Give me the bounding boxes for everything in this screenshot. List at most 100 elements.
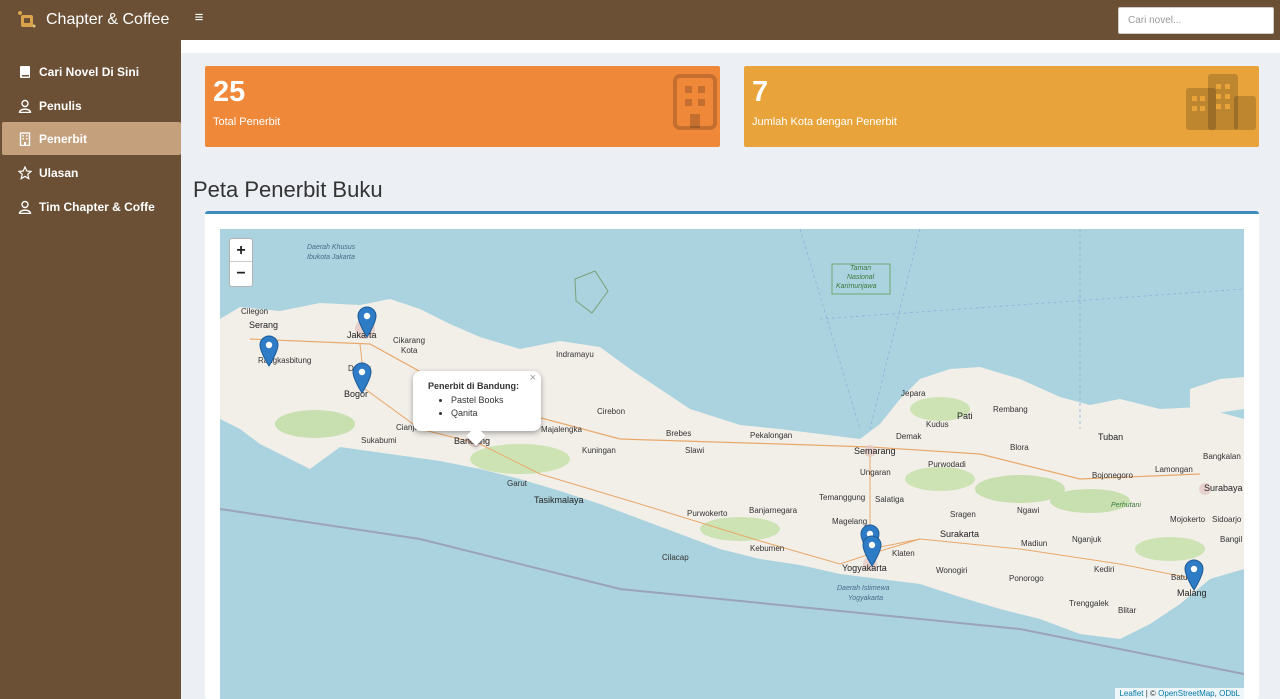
page-title: Peta Penerbit Buku	[193, 177, 383, 202]
city-label: Cilacap	[662, 553, 689, 562]
sidebar-item-ulasan[interactable]: Ulasan	[0, 156, 181, 189]
city-label: Garut	[507, 479, 528, 488]
popup-close-button[interactable]: ×	[530, 372, 536, 384]
app-logo[interactable]: Chapter & Coffee	[0, 0, 181, 40]
user-icon	[18, 200, 32, 214]
city-label: Sukabumi	[361, 436, 397, 445]
sidebar-item-label: Penerbit	[39, 131, 88, 146]
city-label: Kebumen	[750, 544, 785, 553]
forest-area	[1135, 537, 1205, 561]
book-icon	[20, 65, 30, 78]
region-label: Daerah Khusus	[307, 244, 356, 251]
city-label: Klaten	[892, 549, 915, 558]
city-label: Cikarang	[393, 336, 426, 345]
app-title: Chapter & Coffee	[46, 11, 170, 28]
park-label: Karimunjawa	[836, 283, 877, 290]
stat-label: Total Penerbit	[213, 116, 281, 128]
search-input[interactable]	[1118, 7, 1274, 34]
list-item: Qanita	[451, 407, 504, 420]
city-label: Majalengka	[541, 425, 582, 434]
top-navbar: Chapter & Coffee ≡	[0, 0, 1280, 40]
popup-title: Penerbit di Bandung:	[428, 381, 519, 391]
forest-area	[275, 410, 355, 438]
map-marker-icon[interactable]	[357, 306, 377, 338]
city-label: Serang	[249, 320, 279, 330]
sidebar-item-label: Penulis	[39, 98, 82, 113]
map-marker-icon[interactable]	[352, 362, 372, 394]
book-coffee-logo-icon	[18, 11, 36, 28]
city-label: Lamongan	[1155, 465, 1193, 474]
zoom-in-button[interactable]: +	[230, 239, 252, 262]
city-label: Ungaran	[860, 468, 891, 477]
region-label: Yogyakarta	[848, 595, 884, 602]
sidebar-item-cari-novel[interactable]: Cari Novel Di Sini	[0, 55, 181, 88]
city-label: Trenggalek	[1069, 599, 1109, 608]
city-label: Jepara	[901, 389, 926, 398]
attribution-separator: | ©	[1143, 689, 1159, 698]
city-label: Demak	[896, 432, 922, 441]
leaflet-link[interactable]: Leaflet	[1119, 689, 1143, 698]
stat-box-jumlah-kota: 7 Jumlah Kota dengan Penerbit	[744, 66, 1259, 147]
city-label: Sidoarjo	[1212, 515, 1242, 524]
content-header-strip	[181, 40, 1280, 53]
odbl-link[interactable]: ODbL	[1219, 689, 1240, 698]
city-label: Cirebon	[597, 407, 626, 416]
region-label: Ibukota Jakarta	[307, 254, 355, 261]
city-label: Surabaya	[1204, 483, 1243, 493]
city-label: Surakarta	[940, 529, 980, 539]
city-label: Rembang	[993, 405, 1028, 414]
city-label: Brebes	[666, 429, 692, 438]
sidebar-item-penulis[interactable]: Penulis	[0, 89, 181, 122]
city-label: Pati	[957, 411, 973, 421]
city-label: Wonogiri	[936, 566, 968, 575]
building-icon	[673, 74, 717, 130]
island-outline	[574, 270, 609, 314]
city-label: Salatiga	[875, 495, 904, 504]
city-label: Sragen	[950, 510, 976, 519]
map-attribution: Leaflet | © OpenStreetMap, ODbL	[1115, 688, 1244, 699]
sidebar-item-label: Tim Chapter & Coffe	[39, 199, 155, 214]
city-label: Semarang	[854, 446, 896, 456]
city-label: Tasikmalaya	[534, 495, 584, 505]
stat-label: Jumlah Kota dengan Penerbit	[752, 116, 897, 128]
city-label: Mojokerto	[1170, 515, 1206, 524]
city-label: Banjarnegara	[749, 506, 798, 515]
city-label: Purwokerto	[687, 509, 728, 518]
city-label: Kuningan	[582, 446, 616, 455]
map-marker-icon[interactable]	[862, 535, 882, 567]
sidebar-toggle-button[interactable]: ≡	[190, 9, 208, 27]
city-label: Blitar	[1118, 606, 1137, 615]
city-label: Bangil	[1220, 535, 1243, 544]
map-marker-icon[interactable]	[259, 335, 279, 367]
stat-value: 7	[752, 76, 769, 108]
sidebar: Cari Novel Di Sini Penulis Penerbit Ulas…	[0, 40, 181, 699]
forest-area	[470, 444, 570, 474]
forest-area	[700, 517, 780, 541]
zoom-out-button[interactable]: −	[230, 262, 252, 285]
city-label: Ponorogo	[1009, 574, 1044, 583]
stat-value: 25	[213, 76, 246, 108]
city-label: Slawi	[685, 446, 705, 455]
city-label: Cilegon	[241, 307, 269, 316]
osm-link[interactable]: OpenStreetMap	[1158, 689, 1214, 698]
forest-area	[1050, 489, 1130, 513]
city-label: Purwodadi	[928, 460, 966, 469]
region-label: Daerah Istimewa	[837, 585, 890, 592]
list-item: Pastel Books	[451, 394, 504, 407]
city-label: Blora	[1010, 443, 1029, 452]
sidebar-item-tim[interactable]: Tim Chapter & Coffe	[0, 190, 181, 223]
map-popup: × Penerbit di Bandung: Pastel Books Qani…	[413, 371, 541, 446]
city-label: Ngawi	[1017, 506, 1040, 515]
city-label: Madiun	[1021, 539, 1048, 548]
city-label: Tuban	[1098, 432, 1124, 442]
popup-list: Pastel Books Qanita	[451, 394, 504, 420]
publisher-map[interactable]: Daerah Khusus Ibukota Jakarta Taman Nasi…	[220, 229, 1244, 699]
java-island	[220, 299, 1244, 639]
city-label: Nganjuk	[1072, 535, 1102, 544]
madura-island	[1190, 377, 1244, 414]
zoom-control: + −	[229, 238, 253, 287]
map-marker-icon[interactable]	[1184, 559, 1204, 591]
sidebar-item-label: Cari Novel Di Sini	[39, 64, 140, 79]
sidebar-item-penerbit[interactable]: Penerbit	[2, 122, 181, 155]
city-label: Temanggung	[819, 493, 866, 502]
